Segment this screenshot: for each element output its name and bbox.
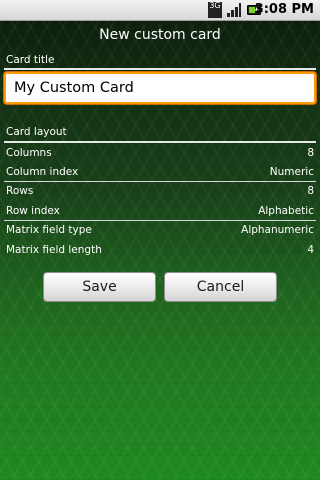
setting-key: Columns bbox=[6, 147, 52, 159]
card-title-divider bbox=[4, 68, 316, 70]
setting-value: Alphabetic bbox=[258, 205, 314, 217]
signal-icon bbox=[227, 3, 241, 17]
setting-row-columns[interactable]: Columns 8 bbox=[0, 144, 320, 163]
setting-row-column-index[interactable]: Column index Numeric bbox=[0, 163, 320, 182]
card-title-field[interactable] bbox=[4, 72, 316, 104]
cancel-button[interactable]: Cancel bbox=[164, 272, 277, 302]
network-label: 3G bbox=[209, 1, 221, 10]
setting-row-matrix-field-length[interactable]: Matrix field length 4 bbox=[0, 241, 320, 260]
card-title-input[interactable] bbox=[6, 74, 314, 102]
status-time: 3:08 PM bbox=[254, 2, 314, 17]
card-layout-divider bbox=[4, 141, 316, 143]
setting-key: Rows bbox=[6, 185, 34, 197]
setting-key: Column index bbox=[6, 166, 79, 178]
setting-value: Numeric bbox=[269, 166, 314, 178]
setting-key: Matrix field length bbox=[6, 244, 102, 256]
card-title-section-label: Card title bbox=[6, 54, 55, 66]
setting-value: 8 bbox=[307, 147, 314, 159]
save-button[interactable]: Save bbox=[43, 272, 156, 302]
setting-row-rows[interactable]: Rows 8 bbox=[0, 182, 320, 201]
3g-icon: 3G bbox=[208, 2, 222, 18]
status-bar: 3G 3:08 PM bbox=[0, 0, 320, 21]
setting-row-row-index[interactable]: Row index Alphabetic bbox=[0, 202, 320, 221]
setting-key: Row index bbox=[6, 205, 60, 217]
setting-value: 8 bbox=[307, 185, 314, 197]
setting-value: Alphanumeric bbox=[241, 224, 314, 236]
setting-row-matrix-field-type[interactable]: Matrix field type Alphanumeric bbox=[0, 221, 320, 240]
card-layout-section-label: Card layout bbox=[6, 126, 67, 138]
setting-key: Matrix field type bbox=[6, 224, 92, 236]
setting-value: 4 bbox=[307, 244, 314, 256]
page-title: New custom card bbox=[99, 27, 221, 43]
